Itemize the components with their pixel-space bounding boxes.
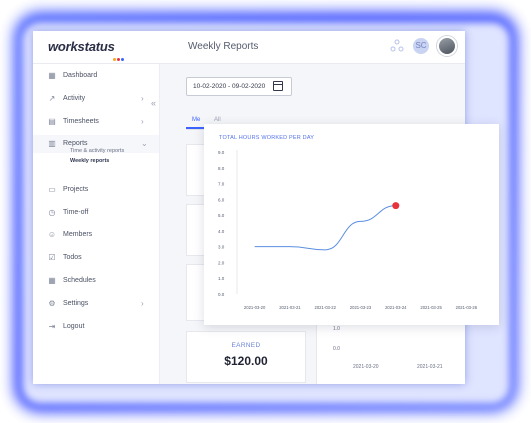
- earned-card: EARNED $120.00: [186, 331, 306, 383]
- earned-label: EARNED: [231, 342, 261, 349]
- top-header: workstatus Weekly Reports SC: [33, 31, 465, 64]
- reports-icon: ▥: [48, 139, 56, 148]
- sidebar-item-time-off[interactable]: ◷ Time-off: [33, 204, 159, 222]
- timesheets-icon: ▤: [48, 117, 56, 126]
- sidebar-item-label: Timesheets: [63, 118, 99, 125]
- y-tick-label: 4.0: [218, 229, 225, 234]
- avatar[interactable]: [437, 36, 457, 56]
- y-tick-label: 0.0: [218, 292, 225, 297]
- date-range-picker[interactable]: 10-02-2020 - 09-02-2020: [186, 77, 292, 96]
- y-tick-label: 6.0: [218, 197, 225, 202]
- hours-chart-card: TOTAL HOURS WORKED PER DAY 9.0 8.0 7.0 6.0 5…: [204, 124, 499, 325]
- y-tick-label: 7.0: [218, 182, 225, 187]
- chevron-right-icon[interactable]: ›: [141, 299, 144, 308]
- dashboard-icon: ▦: [48, 71, 56, 80]
- sidebar-item-label: Schedules: [63, 277, 96, 284]
- bg-y-tick: 1.0: [333, 326, 340, 332]
- background-chart-card: 1.0 0.0 2021-03-20 2021-03-21: [316, 321, 465, 384]
- chevron-right-icon[interactable]: ›: [141, 117, 144, 126]
- x-tick-label: 2021-03-23: [350, 305, 372, 310]
- chevron-right-icon[interactable]: ›: [141, 94, 144, 103]
- sidebar-item-label: Reports: [63, 140, 88, 147]
- chevron-down-icon[interactable]: ⌄: [141, 139, 148, 148]
- sidebar-item-dashboard[interactable]: ▦ Dashboard: [33, 67, 159, 85]
- activity-icon: ↗: [48, 94, 56, 103]
- earned-value: $120.00: [224, 354, 268, 368]
- sidebar: « ▦ Dashboard ↗ Activity › ▤ Timesheets › ▥ Repor…: [33, 64, 160, 384]
- y-tick-label: 8.0: [218, 166, 225, 171]
- sidebar-item-logout[interactable]: ⇥ Logout: [33, 318, 159, 336]
- sidebar-item-label: Projects: [63, 186, 89, 193]
- sidebar-item-label: Time-off: [63, 209, 89, 216]
- logout-icon: ⇥: [48, 322, 56, 331]
- calendar-icon[interactable]: [273, 81, 283, 91]
- sidebar-item-label: Todos: [63, 254, 82, 261]
- x-tick-label: 2021-03-25: [420, 305, 442, 310]
- bg-y-tick: 0.0: [333, 346, 340, 352]
- tab-all[interactable]: All: [214, 117, 221, 123]
- sidebar-item-label: Members: [63, 231, 93, 238]
- apps-icon[interactable]: [389, 39, 405, 55]
- tab-me[interactable]: Me: [192, 117, 200, 123]
- members-icon: ☺: [47, 230, 57, 239]
- sidebar-item-settings[interactable]: ⚙ Settings ›: [33, 295, 159, 313]
- sidebar-subitem-weekly-reports[interactable]: Weekly reports: [70, 158, 109, 164]
- y-tick-label: 3.0: [218, 245, 225, 250]
- x-tick-label: 2021-03-20: [244, 305, 266, 310]
- bg-x-tick: 2021-03-21: [417, 364, 443, 370]
- sidebar-item-members[interactable]: ☺ Members: [33, 226, 159, 244]
- x-tick-label: 2021-03-22: [315, 305, 337, 310]
- page-title: Weekly Reports: [188, 41, 259, 52]
- sidebar-item-todos[interactable]: ☑ Todos: [33, 249, 159, 267]
- series-line: [254, 205, 396, 251]
- projects-icon: ▭: [48, 185, 56, 194]
- y-tick-label: 9.0: [218, 150, 225, 155]
- settings-icon: ⚙: [48, 299, 56, 308]
- sidebar-item-activity[interactable]: ↗ Activity ›: [33, 90, 159, 108]
- hours-line-chart: 9.0 8.0 7.0 6.0 5.0 4.0 3.0 2.0 1.0 0.0 2021-03-20…: [218, 150, 478, 310]
- sidebar-subitem-time-activity[interactable]: Time & activity reports: [70, 148, 124, 154]
- highlight-point: [392, 202, 400, 210]
- sidebar-item-label: Activity: [63, 95, 86, 102]
- y-tick-label: 5.0: [218, 213, 225, 218]
- sidebar-item-timesheets[interactable]: ▤ Timesheets ›: [33, 113, 159, 131]
- time-off-icon: ◷: [48, 208, 56, 217]
- sidebar-item-label: Dashboard: [63, 72, 98, 79]
- bg-x-tick: 2021-03-20: [353, 364, 379, 370]
- sidebar-item-label: Settings: [63, 300, 89, 307]
- schedules-icon: ▦: [48, 276, 56, 285]
- y-tick-label: 1.0: [218, 276, 225, 281]
- x-tick-label: 2021-03-26: [456, 305, 478, 310]
- x-tick-label: 2021-03-24: [385, 305, 407, 310]
- y-tick-label: 2.0: [218, 260, 225, 265]
- logo-text: workstatus: [48, 39, 115, 54]
- x-tick-label: 2021-03-21: [279, 305, 301, 310]
- sidebar-item-projects[interactable]: ▭ Projects: [33, 181, 159, 199]
- sidebar-item-label: Logout: [63, 323, 85, 330]
- profile-badge-icon[interactable]: SC: [413, 38, 429, 54]
- sidebar-item-schedules[interactable]: ▦ Schedules: [33, 272, 159, 290]
- date-range-value: 10-02-2020 - 09-02-2020: [193, 83, 266, 90]
- todos-icon: ☑: [48, 253, 56, 262]
